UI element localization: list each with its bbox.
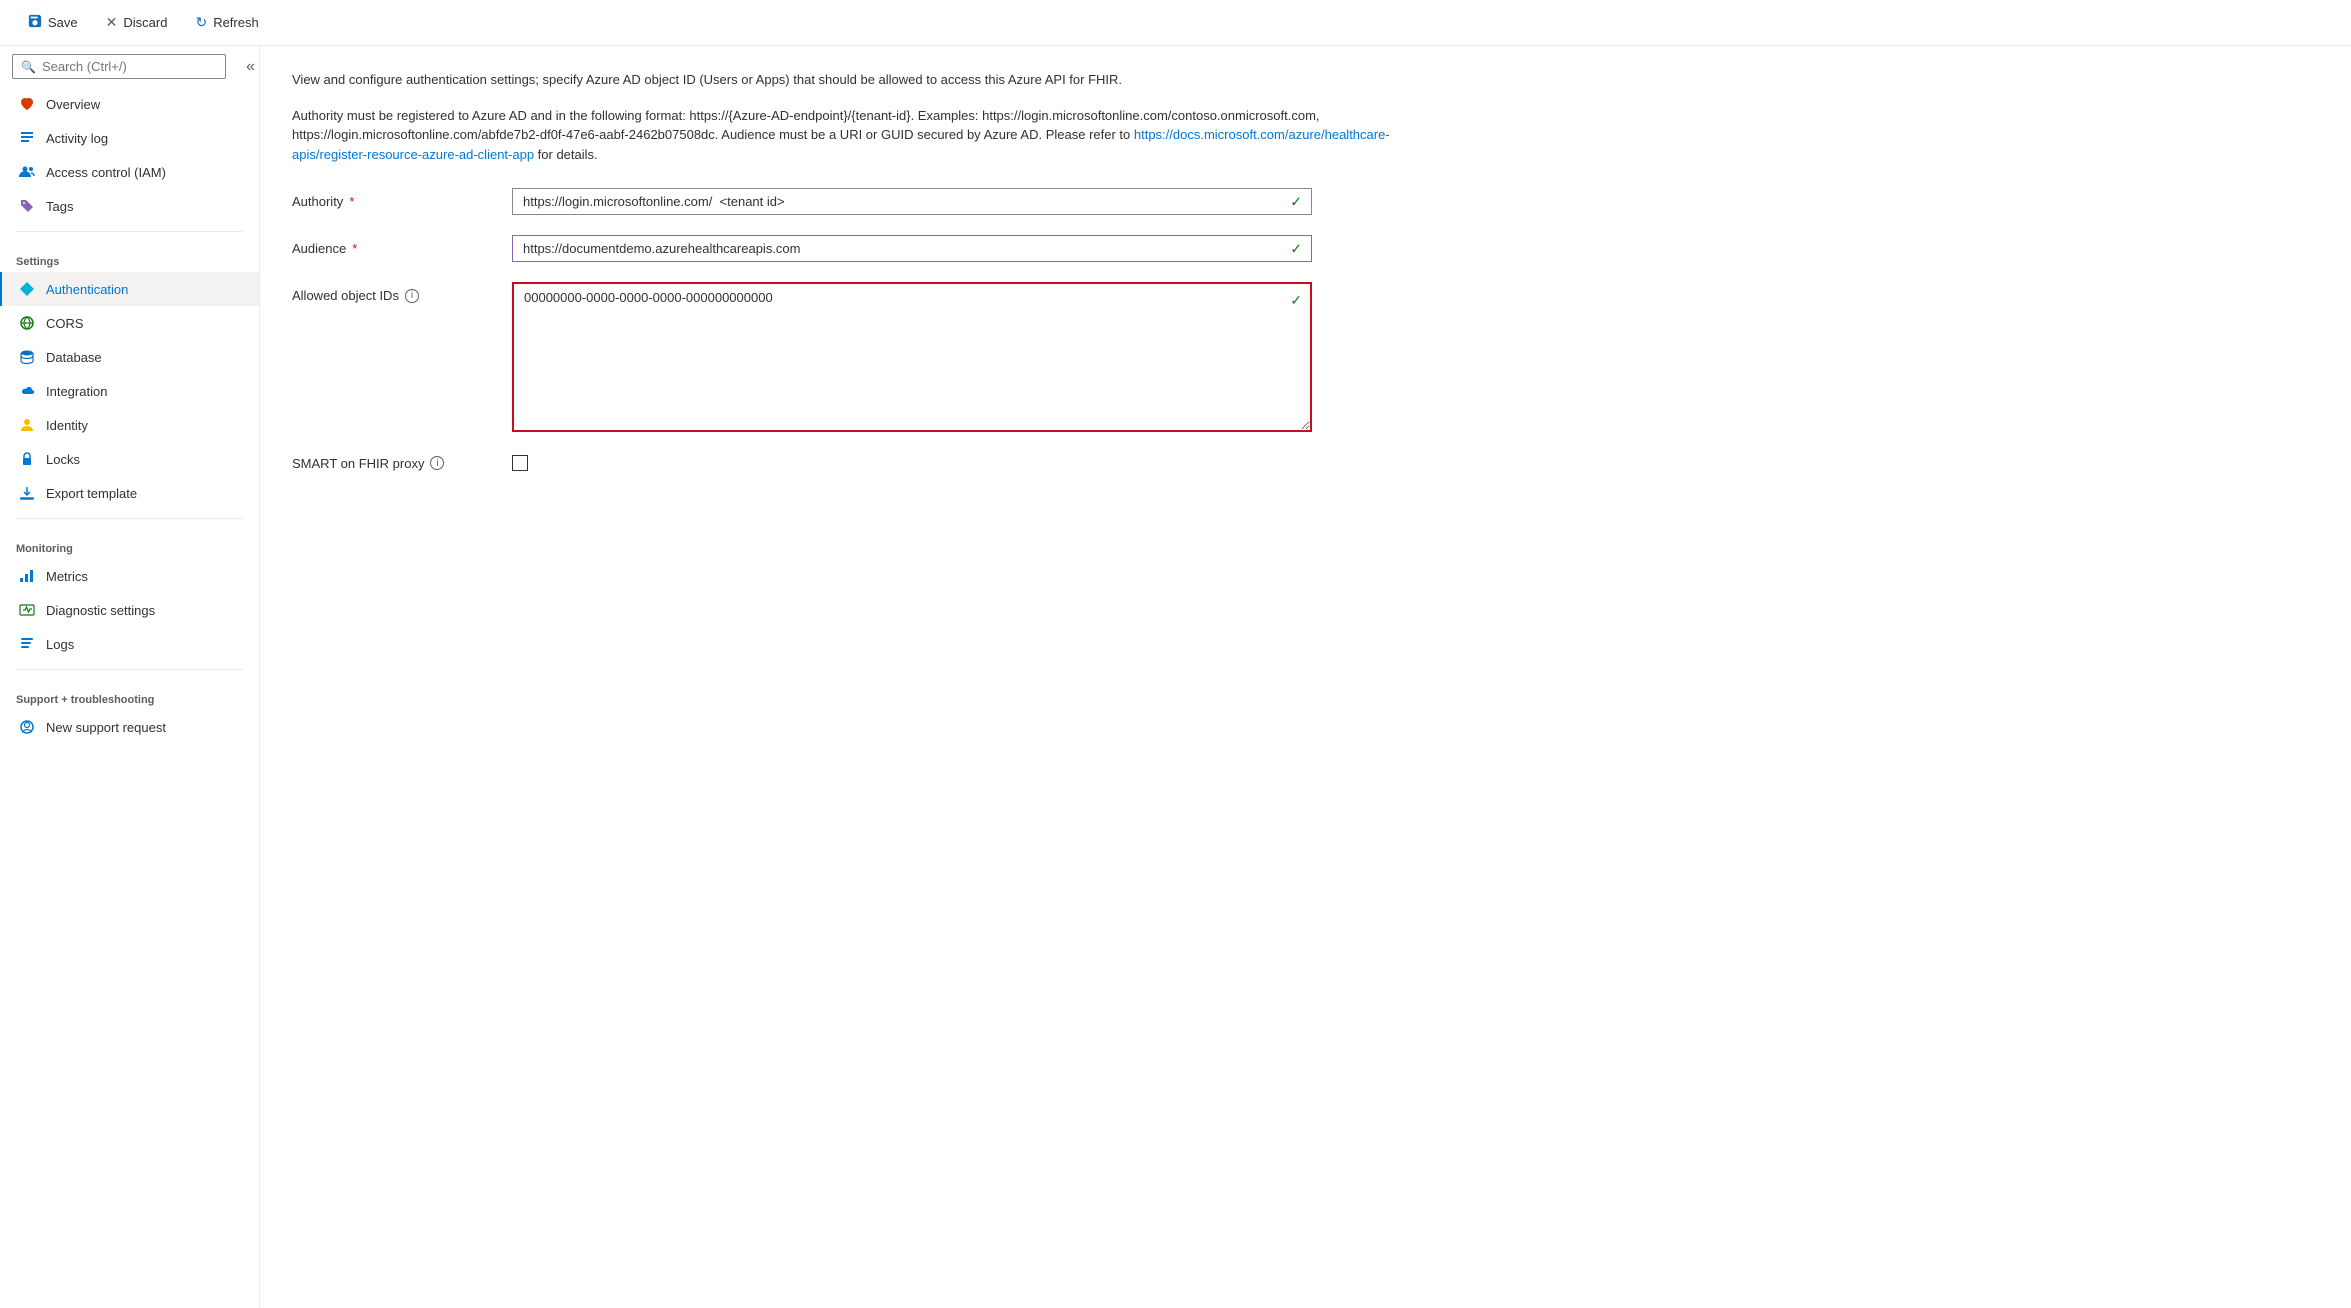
diagnostic-icon [18,601,36,619]
discard-label: Discard [123,15,167,30]
monitoring-section-label: Monitoring [0,527,259,559]
sidebar-item-label: Export template [46,486,137,501]
refresh-button[interactable]: ↻ Refresh [183,8,270,37]
audience-row: Audience * ✓ [292,235,1392,262]
discard-button[interactable]: ✕ Discard [94,8,180,37]
discard-icon: ✕ [106,14,118,31]
sidebar-item-label: Authentication [46,282,128,297]
nav-divider-3 [16,669,243,670]
authority-input-wrap: ✓ [512,188,1312,215]
sidebar-item-integration[interactable]: Integration [0,374,259,408]
sidebar-item-activity-log[interactable]: Activity log [0,121,259,155]
sidebar-item-label: Activity log [46,131,108,146]
nav-divider-2 [16,518,243,519]
save-button[interactable]: Save [16,8,90,37]
sidebar-item-authentication[interactable]: Authentication [0,272,259,306]
refresh-label: Refresh [213,15,259,30]
lock-icon [18,450,36,468]
toolbar: Save ✕ Discard ↻ Refresh [0,0,2351,46]
cloud-icon [18,382,36,400]
smart-proxy-checkbox[interactable] [512,455,528,471]
nav-section-settings: Authentication CORS Database Integration [0,272,259,510]
sidebar-item-access-control[interactable]: Access control (IAM) [0,155,259,189]
sidebar-item-metrics[interactable]: Metrics [0,559,259,593]
smart-proxy-label: SMART on FHIR proxy i [292,456,512,471]
people-icon [18,163,36,181]
save-icon [28,14,42,31]
sidebar-item-label: Identity [46,418,88,433]
export-icon [18,484,36,502]
authority-required: * [349,194,354,209]
sidebar-item-label: Access control (IAM) [46,165,166,180]
authority-input[interactable] [512,188,1312,215]
smart-proxy-row: SMART on FHIR proxy i [292,455,1392,471]
allowed-ids-check-icon: ✓ [1290,292,1302,309]
diamond-icon [18,280,36,298]
sidebar-item-label: Locks [46,452,80,467]
allowed-ids-textarea[interactable]: 00000000-0000-0000-0000-000000000000 [512,282,1312,432]
search-icon: 🔍 [21,60,36,74]
search-input[interactable] [42,59,217,74]
main-layout: 🔍 « Overview Activity log [0,46,2351,1308]
sidebar-item-locks[interactable]: Locks [0,442,259,476]
sidebar-item-database[interactable]: Database [0,340,259,374]
authority-label: Authority * [292,188,512,209]
sidebar-item-label: Diagnostic settings [46,603,155,618]
sidebar-item-label: Tags [46,199,73,214]
authority-row: Authority * ✓ [292,188,1392,215]
refresh-icon: ↻ [195,14,207,31]
nav-divider [16,231,243,232]
audience-required: * [352,241,357,256]
content-area: View and configure authentication settin… [260,46,2351,1308]
audience-input-wrap: ✓ [512,235,1312,262]
sidebar: 🔍 « Overview Activity log [0,46,260,1308]
description-text-3: for details. [534,147,598,162]
allowed-ids-info-icon[interactable]: i [405,289,419,303]
description-paragraph-2: Authority must be registered to Azure AD… [292,106,1392,165]
sidebar-item-label: Overview [46,97,100,112]
support-icon [18,718,36,736]
sidebar-item-new-support-request[interactable]: New support request [0,710,259,744]
sidebar-item-identity[interactable]: Identity [0,408,259,442]
smart-proxy-info-icon[interactable]: i [430,456,444,470]
heart-icon [18,95,36,113]
sidebar-item-overview[interactable]: Overview [0,87,259,121]
audience-check-icon: ✓ [1290,240,1302,257]
save-label: Save [48,15,78,30]
sidebar-item-diagnostic-settings[interactable]: Diagnostic settings [0,593,259,627]
sidebar-item-label: Logs [46,637,74,652]
sidebar-item-export-template[interactable]: Export template [0,476,259,510]
settings-section-label: Settings [0,240,259,272]
sidebar-item-label: CORS [46,316,84,331]
support-section-label: Support + troubleshooting [0,678,259,710]
sidebar-item-label: Integration [46,384,107,399]
cors-icon [18,314,36,332]
nav-section-support: New support request [0,710,259,744]
metrics-icon [18,567,36,585]
list-icon [18,129,36,147]
audience-label: Audience * [292,235,512,256]
sidebar-item-label: Metrics [46,569,88,584]
sidebar-item-label: New support request [46,720,166,735]
allowed-ids-label: Allowed object IDs i [292,282,512,303]
tag-icon [18,197,36,215]
sidebar-item-logs[interactable]: Logs [0,627,259,661]
auth-form: Authority * ✓ Audience * ✓ [292,188,1392,471]
authority-check-icon: ✓ [1290,193,1302,210]
logs-icon [18,635,36,653]
db-icon [18,348,36,366]
sidebar-item-label: Database [46,350,102,365]
description-paragraph-1: View and configure authentication settin… [292,70,1392,90]
sidebar-item-cors[interactable]: CORS [0,306,259,340]
sidebar-item-tags[interactable]: Tags [0,189,259,223]
collapse-sidebar-button[interactable]: « [242,54,259,80]
audience-input[interactable] [512,235,1312,262]
nav-section-main: Overview Activity log Access control (IA… [0,87,259,223]
identity-icon [18,416,36,434]
search-box[interactable]: 🔍 [12,54,226,79]
allowed-ids-row: Allowed object IDs i 00000000-0000-0000-… [292,282,1392,435]
allowed-ids-input-wrap: 00000000-0000-0000-0000-000000000000 ✓ [512,282,1312,435]
nav-section-monitoring: Metrics Diagnostic settings Logs [0,559,259,661]
